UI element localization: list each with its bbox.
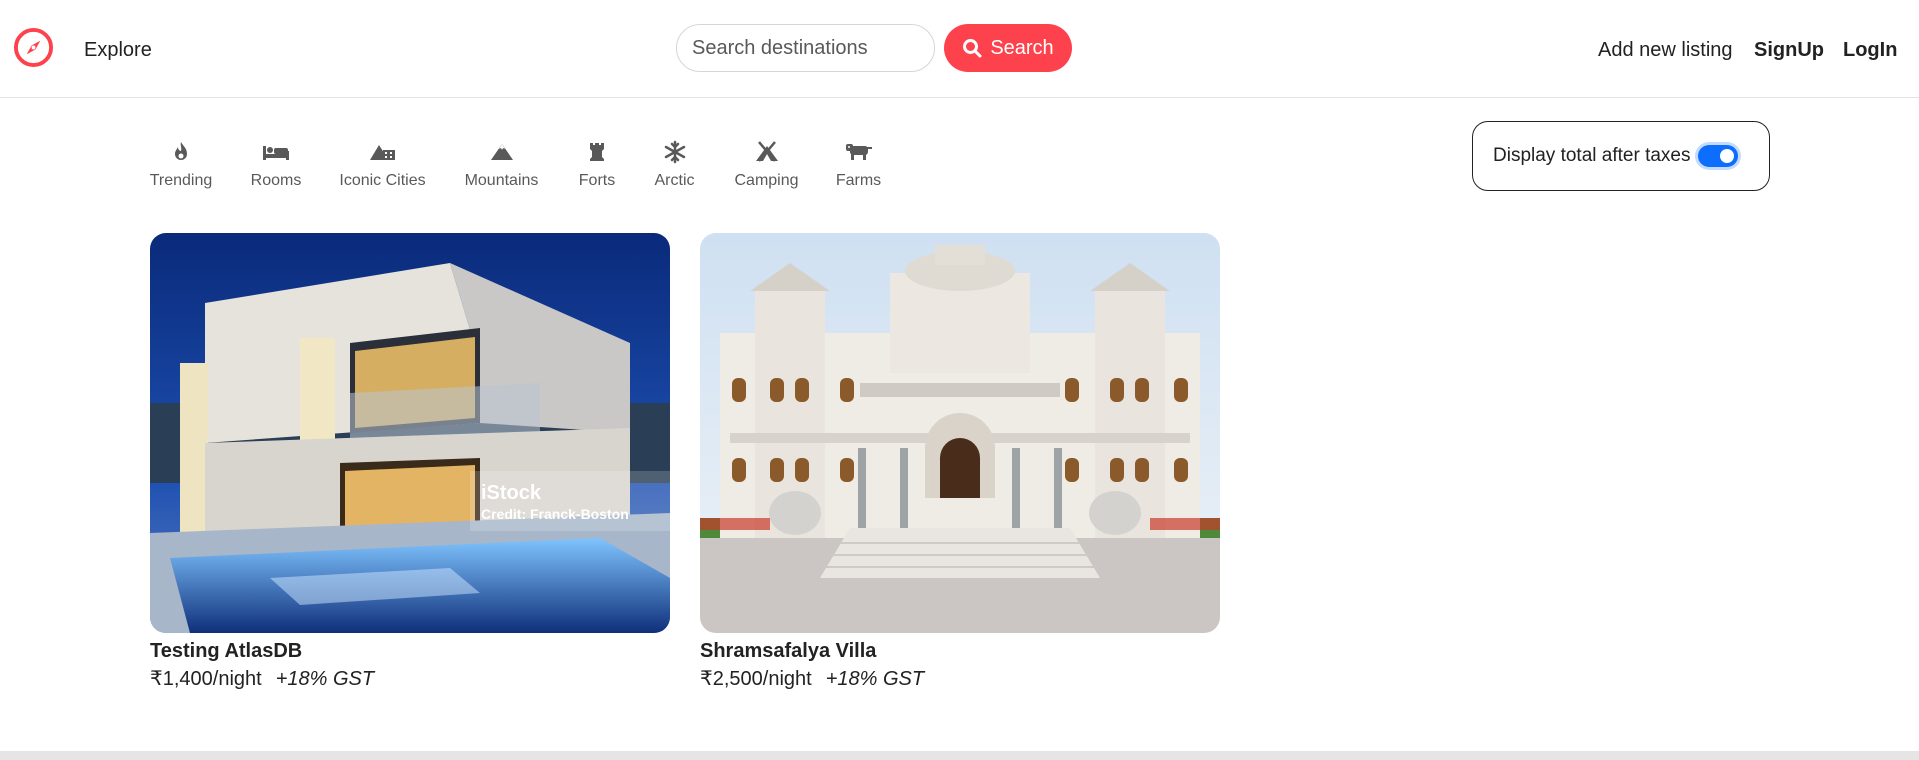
image-watermark-caption: iStock xyxy=(481,482,542,504)
image-watermark-credit: Credit: Franck-Boston xyxy=(481,506,629,522)
listing-price: ₹2,500/night xyxy=(700,668,812,690)
listing-image-palace-villa[interactable] xyxy=(700,233,1220,633)
filter-label: Camping xyxy=(734,172,799,189)
add-new-listing-link[interactable]: Add new listing xyxy=(1598,36,1733,64)
filter-farms[interactable]: Farms xyxy=(835,140,882,192)
listing-card[interactable]: iStock Credit: Franck-Boston Testing Atl… xyxy=(150,233,670,693)
filter-camping[interactable]: Camping xyxy=(734,140,799,192)
footer-edge xyxy=(0,751,1919,760)
search-input[interactable] xyxy=(676,24,935,72)
listing-price-row: ₹1,400/night +18% GST xyxy=(150,665,670,693)
signup-link[interactable]: SignUp xyxy=(1754,36,1824,64)
listing-title: Shramsafalya Villa xyxy=(700,640,877,662)
search-button-label: Search xyxy=(990,36,1054,59)
campground-icon xyxy=(755,141,778,162)
listing-title: Testing AtlasDB xyxy=(150,640,303,662)
tax-toggle-box: Display total after taxes xyxy=(1472,121,1770,191)
filter-iconic-cities[interactable]: Iconic Cities xyxy=(339,140,426,192)
filter-arctic[interactable]: Arctic xyxy=(653,140,696,192)
filter-forts[interactable]: Forts xyxy=(578,140,616,192)
snowflake-icon xyxy=(664,140,685,164)
filter-label: Trending xyxy=(149,172,213,189)
search-button[interactable]: Search xyxy=(944,24,1072,72)
listing-image-modern-house[interactable]: iStock Credit: Franck-Boston xyxy=(150,233,670,633)
filter-label: Arctic xyxy=(654,172,695,189)
tax-toggle-switch[interactable] xyxy=(1698,145,1739,167)
filter-trending[interactable]: Trending xyxy=(150,140,212,192)
login-link[interactable]: LogIn xyxy=(1843,36,1897,64)
compass-icon[interactable] xyxy=(13,27,54,68)
city-mountain-icon xyxy=(369,145,395,160)
filter-label: Forts xyxy=(578,172,616,189)
filter-label: Iconic Cities xyxy=(339,172,426,189)
search-icon xyxy=(963,39,982,58)
cow-icon xyxy=(845,144,872,160)
listing-card[interactable]: Shramsafalya Villa ₹2,500/night +18% GST xyxy=(700,233,1220,693)
listing-tax: +18% GST xyxy=(825,668,925,690)
listing-price: ₹1,400/night xyxy=(150,668,262,690)
fort-tower-icon xyxy=(590,143,604,161)
navbar: Explore Search Add new listing SignUp Lo… xyxy=(0,0,1919,98)
bed-icon xyxy=(263,146,289,160)
tax-toggle-label: Display total after taxes xyxy=(1493,145,1691,166)
nav-explore-link[interactable]: Explore xyxy=(84,36,152,64)
mountain-icon xyxy=(490,144,513,160)
filter-label: Farms xyxy=(835,172,882,189)
filter-label: Mountains xyxy=(464,172,539,189)
filter-mountains[interactable]: Mountains xyxy=(464,140,539,192)
listing-price-row: ₹2,500/night +18% GST xyxy=(700,665,1220,693)
listing-tax: +18% GST xyxy=(275,668,375,690)
filter-rooms[interactable]: Rooms xyxy=(251,140,301,192)
switch-knob xyxy=(1720,149,1735,163)
fire-icon xyxy=(175,142,187,160)
filter-label: Rooms xyxy=(250,172,302,189)
